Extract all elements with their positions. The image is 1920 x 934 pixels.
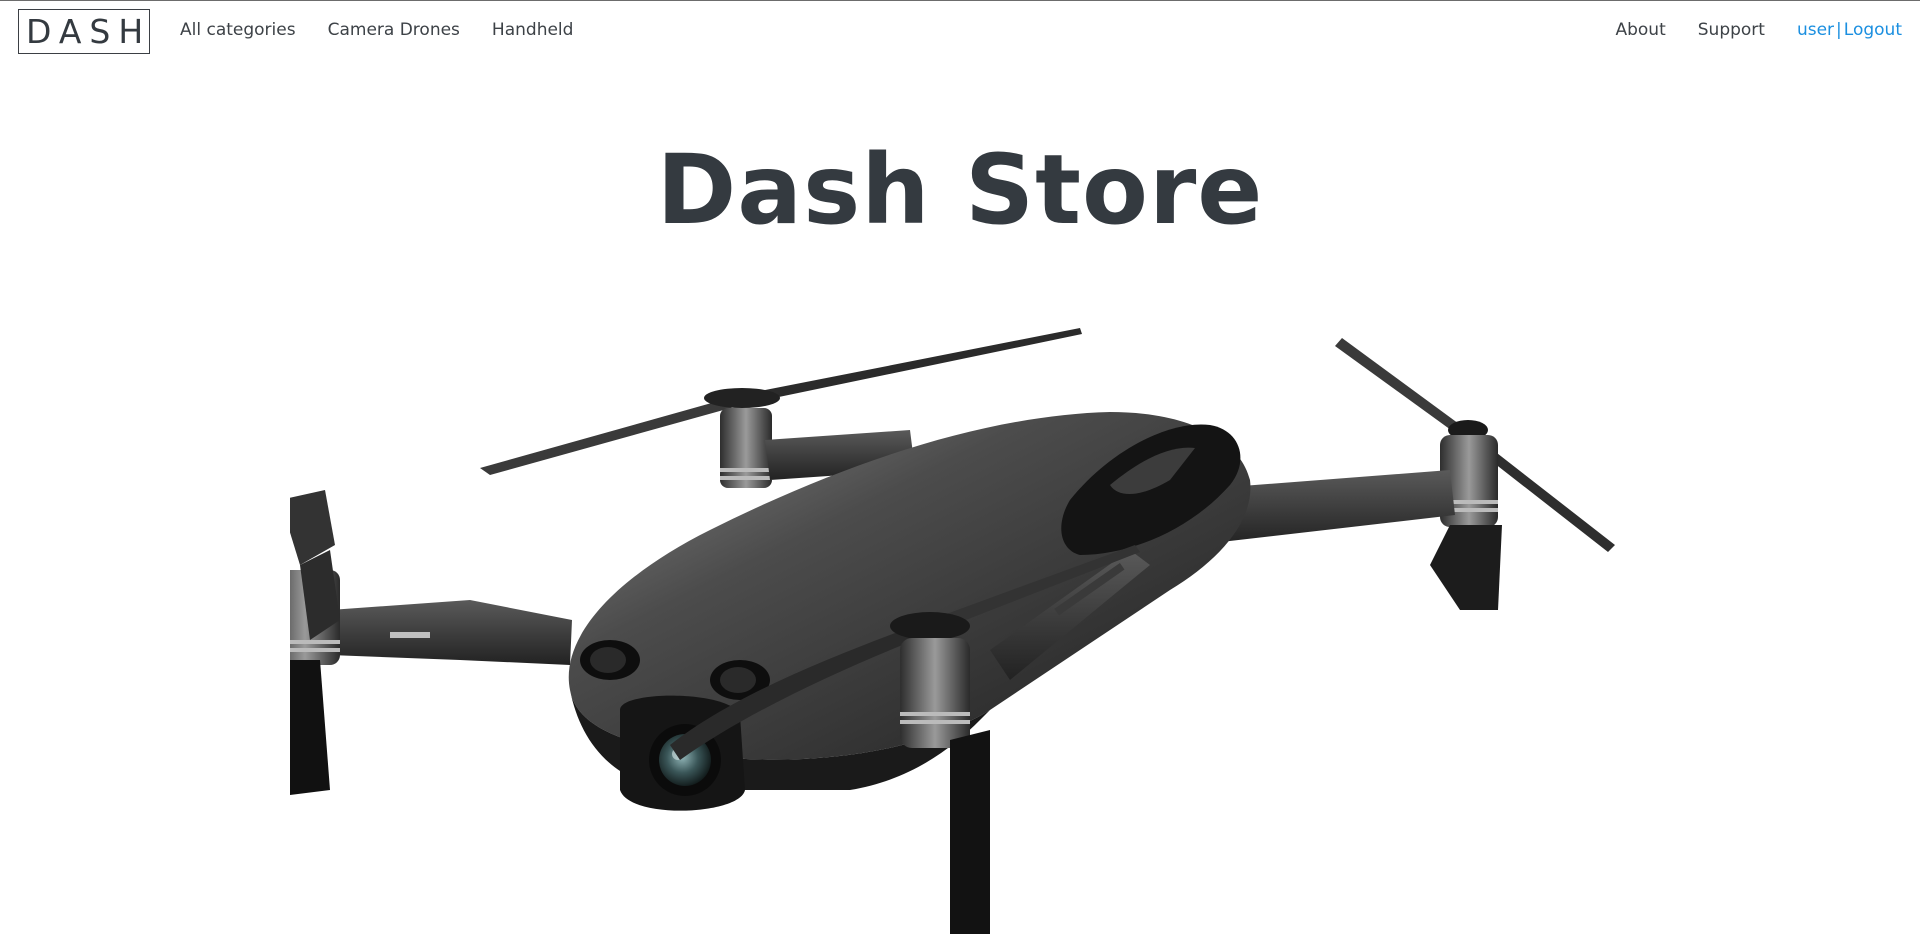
- nav-categories: All categories Camera Drones Handheld: [164, 1, 589, 59]
- user-link[interactable]: user: [1797, 20, 1834, 40]
- logout-link[interactable]: Logout: [1844, 20, 1902, 40]
- nav-link-all-categories[interactable]: All categories: [164, 2, 312, 58]
- user-separator: |: [1836, 20, 1842, 40]
- page-title: Dash Store: [656, 134, 1264, 246]
- nav-link-camera-drones[interactable]: Camera Drones: [312, 2, 476, 58]
- nav-link-handheld[interactable]: Handheld: [476, 2, 590, 58]
- brand-logo[interactable]: DASH: [18, 9, 150, 54]
- navbar: DASH All categories Camera Drones Handhe…: [0, 1, 1920, 59]
- user-menu: user | Logout: [1781, 20, 1912, 40]
- nav-account: About Support user | Logout: [1599, 1, 1912, 59]
- nav-link-support[interactable]: Support: [1682, 2, 1781, 58]
- camera-drone-image: [290, 328, 1615, 934]
- nav-link-about[interactable]: About: [1599, 2, 1681, 58]
